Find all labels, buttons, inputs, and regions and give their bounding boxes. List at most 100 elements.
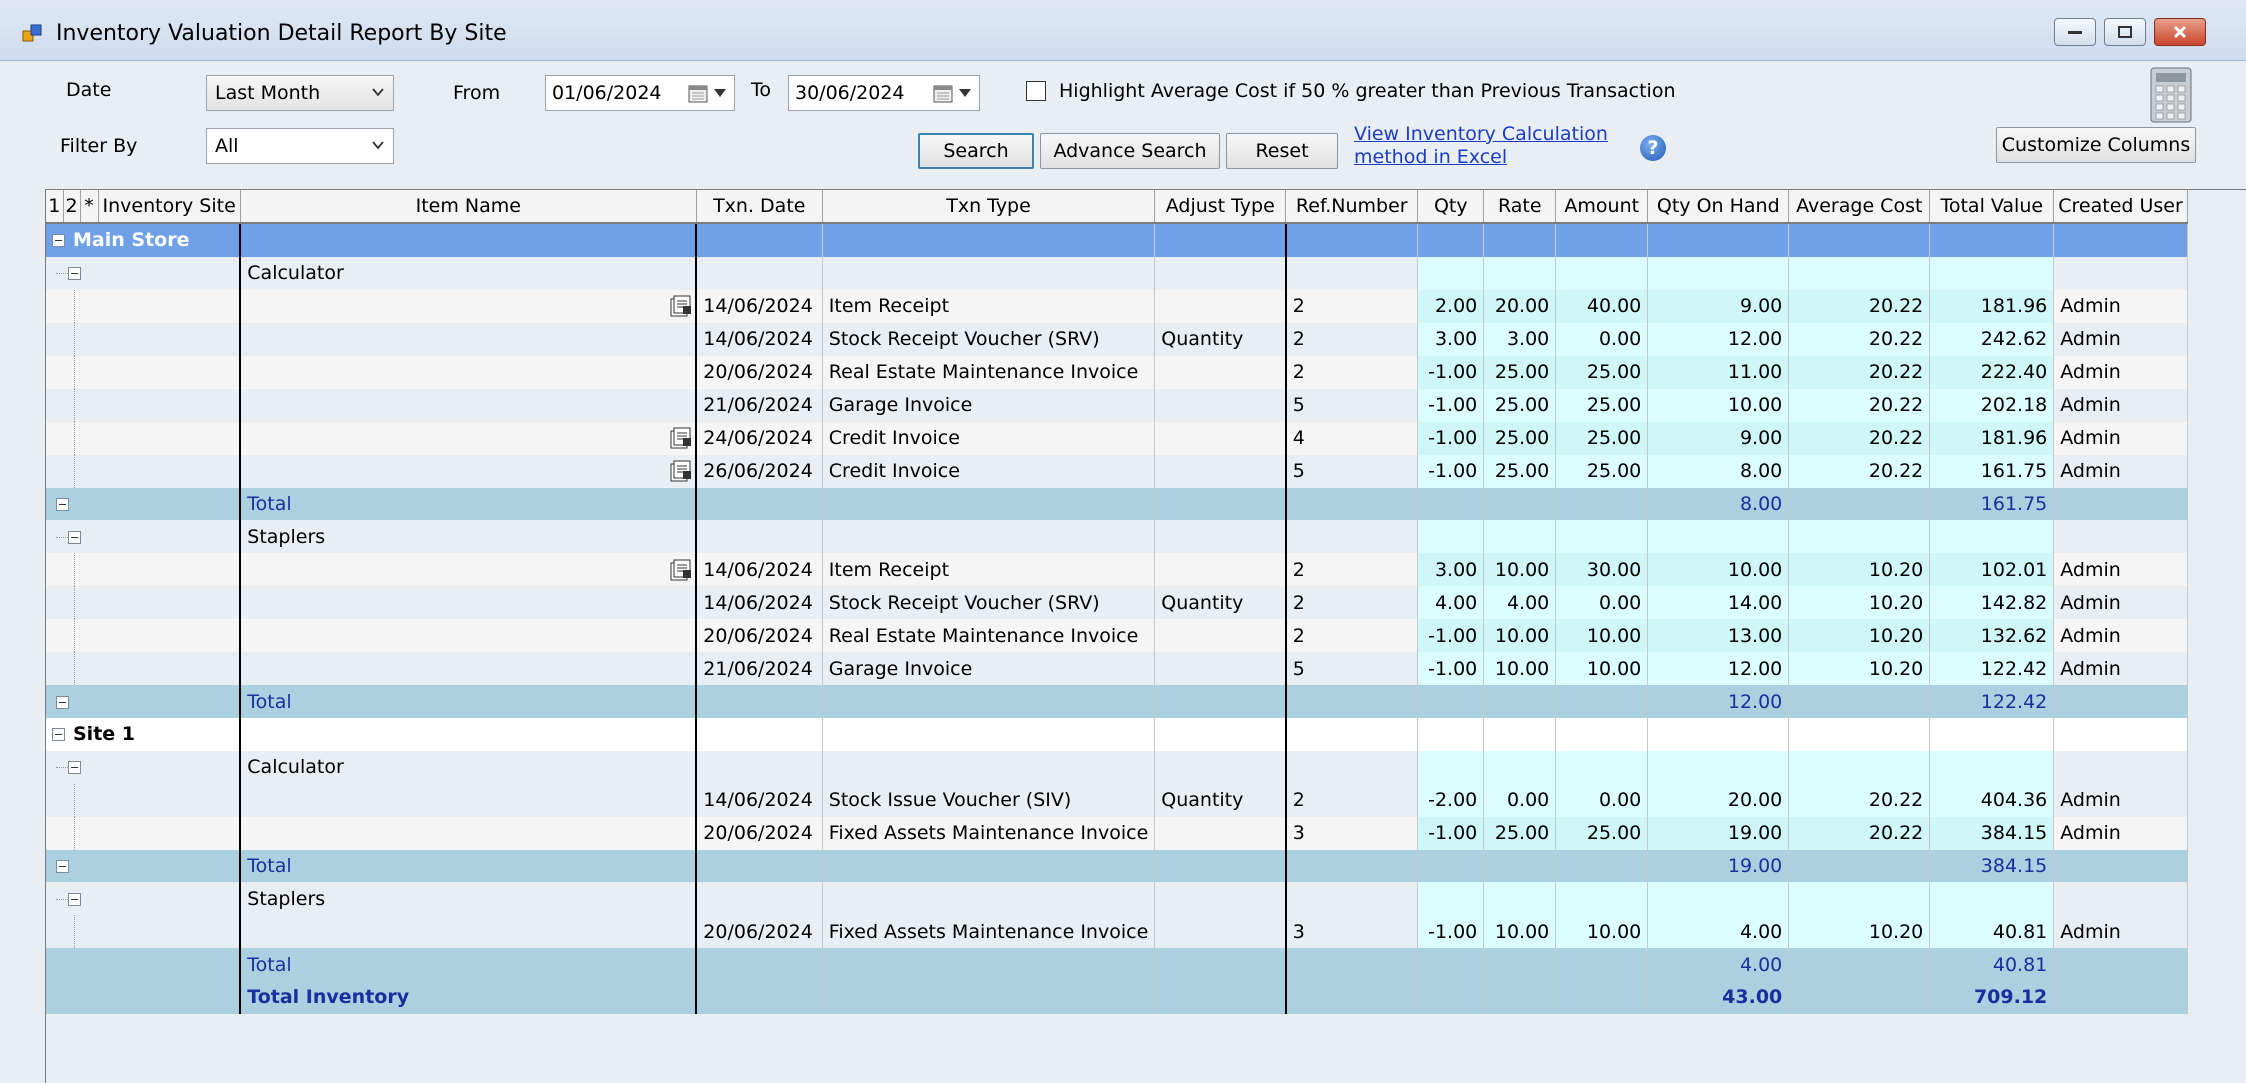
table-row[interactable]: Main Store bbox=[46, 223, 2188, 257]
column-header[interactable]: * bbox=[80, 190, 99, 224]
reset-button[interactable]: Reset bbox=[1226, 133, 1338, 169]
table-row[interactable]: 20/06/2024 Fixed Assets Maintenance Invoi… bbox=[46, 816, 2188, 850]
cell bbox=[822, 980, 1156, 1014]
cell: Admin bbox=[2053, 915, 2188, 949]
table-row[interactable]: 20/06/2024 Real Estate Maintenance Invoic… bbox=[46, 619, 2188, 653]
column-header[interactable]: Txn Type bbox=[822, 190, 1156, 224]
cell: 132.62 bbox=[1929, 619, 2055, 653]
transaction-document-icon[interactable] bbox=[669, 459, 693, 483]
column-header[interactable]: Txn. Date bbox=[696, 190, 823, 224]
table-row[interactable]: Site 1 bbox=[46, 717, 2188, 751]
column-header[interactable]: Item Name bbox=[240, 190, 697, 224]
help-icon[interactable]: ? bbox=[1640, 135, 1666, 161]
cell bbox=[1788, 948, 1931, 981]
minimize-button[interactable] bbox=[2054, 18, 2096, 46]
collapse-toggle-icon[interactable] bbox=[56, 695, 69, 709]
calendar-icon[interactable] bbox=[933, 83, 953, 103]
cell: Real Estate Maintenance Invoice bbox=[822, 355, 1156, 389]
collapse-toggle-icon[interactable] bbox=[68, 892, 81, 906]
advance-search-button[interactable]: Advance Search bbox=[1040, 133, 1220, 169]
column-header[interactable]: 2 bbox=[63, 190, 81, 224]
view-inventory-calculation-link[interactable]: View Inventory Calculation method in Exc… bbox=[1354, 123, 1608, 169]
to-date-picker[interactable]: 30/06/2024 bbox=[788, 75, 980, 111]
cell bbox=[822, 685, 1156, 718]
column-header[interactable]: Amount bbox=[1555, 190, 1649, 224]
column-header[interactable]: Average Cost bbox=[1788, 190, 1931, 224]
tree-cell bbox=[46, 783, 242, 817]
filter-by-select[interactable]: All bbox=[206, 128, 394, 164]
table-row[interactable]: 14/06/2024 Item Receipt 2 2.00 20.00 40.00 9.0… bbox=[46, 289, 2188, 323]
customize-columns-button[interactable]: Customize Columns bbox=[1996, 127, 2196, 163]
table-row[interactable]: 26/06/2024 Credit Invoice 5 -1.00 25.00 25.00… bbox=[46, 454, 2188, 488]
cell: Calculator bbox=[240, 256, 698, 290]
collapse-toggle-icon[interactable] bbox=[56, 497, 69, 511]
cell: 102.01 bbox=[1929, 553, 2055, 587]
collapse-toggle-icon[interactable] bbox=[52, 234, 65, 248]
table-row[interactable]: Staplers bbox=[46, 882, 2188, 916]
column-header[interactable]: Rate bbox=[1483, 190, 1557, 224]
transaction-document-icon[interactable] bbox=[669, 426, 693, 450]
cell bbox=[2053, 223, 2188, 257]
column-header[interactable]: Inventory Site bbox=[98, 190, 241, 224]
table-row[interactable]: Total 4.00 40.81 bbox=[46, 948, 2188, 981]
cell bbox=[696, 223, 823, 257]
table-row[interactable]: Staplers bbox=[46, 520, 2188, 554]
table-row[interactable]: 14/06/2024 Stock Receipt Voucher (SRV) Qua… bbox=[46, 322, 2188, 356]
table-row[interactable]: Total 19.00 384.15 bbox=[46, 849, 2188, 883]
cell bbox=[240, 322, 698, 356]
close-button[interactable] bbox=[2154, 18, 2206, 46]
column-header[interactable]: Total Value bbox=[1929, 190, 2055, 224]
cell: 0.00 bbox=[1555, 783, 1649, 817]
cell: 3.00 bbox=[1417, 322, 1485, 356]
calendar-icon[interactable] bbox=[688, 83, 708, 103]
calculator-icon[interactable] bbox=[2150, 67, 2192, 123]
table-row[interactable]: 21/06/2024 Garage Invoice 5 -1.00 10.00 10.00… bbox=[46, 652, 2188, 686]
column-header[interactable]: Created User bbox=[2053, 190, 2188, 224]
cell bbox=[1483, 487, 1557, 521]
table-row[interactable]: Total Inventory 43.00 709.12 bbox=[46, 980, 2188, 1014]
column-header[interactable]: Qty bbox=[1417, 190, 1485, 224]
collapse-toggle-icon[interactable] bbox=[52, 728, 65, 742]
column-header[interactable]: Ref.Number bbox=[1285, 190, 1419, 224]
highlight-average-cost-checkbox[interactable] bbox=[1026, 81, 1046, 101]
from-date-picker[interactable]: 01/06/2024 bbox=[545, 75, 735, 111]
report-grid[interactable]: 1 2 * Inventory Site Item Name Txn. Date Txn T… bbox=[45, 189, 2246, 1083]
collapse-toggle-icon[interactable] bbox=[68, 530, 81, 544]
cell: 3 bbox=[1285, 915, 1419, 949]
table-row[interactable]: 20/06/2024 Fixed Assets Maintenance Invoi… bbox=[46, 915, 2188, 949]
table-row[interactable]: Total 8.00 161.75 bbox=[46, 487, 2188, 521]
transaction-document-icon[interactable] bbox=[669, 558, 693, 582]
cell: Fixed Assets Maintenance Invoice bbox=[822, 915, 1156, 949]
table-row[interactable]: 24/06/2024 Credit Invoice 4 -1.00 25.00 25.00… bbox=[46, 421, 2188, 455]
table-row[interactable]: 14/06/2024 Stock Issue Voucher (SIV) Quant… bbox=[46, 783, 2188, 817]
table-row[interactable]: Total 12.00 122.42 bbox=[46, 685, 2188, 718]
date-range-select[interactable]: Last Month bbox=[206, 75, 394, 111]
column-header[interactable]: Adjust Type bbox=[1154, 190, 1287, 224]
table-row[interactable]: 14/06/2024 Item Receipt 2 3.00 10.00 30.00 10.… bbox=[46, 553, 2188, 587]
collapse-toggle-icon[interactable] bbox=[68, 761, 81, 775]
cell: Item Receipt bbox=[822, 289, 1156, 323]
table-row[interactable]: Calculator bbox=[46, 256, 2188, 290]
cell: Admin bbox=[2053, 586, 2188, 620]
table-row[interactable]: 20/06/2024 Real Estate Maintenance Invoic… bbox=[46, 355, 2188, 389]
collapse-toggle-icon[interactable] bbox=[56, 859, 69, 873]
highlight-average-cost-label[interactable]: Highlight Average Cost if 50 % greater t… bbox=[1059, 80, 1676, 102]
table-row[interactable]: Calculator bbox=[46, 750, 2188, 784]
cell: 202.18 bbox=[1929, 388, 2055, 422]
search-button[interactable]: Search bbox=[918, 133, 1034, 169]
cell: 25.00 bbox=[1555, 388, 1649, 422]
maximize-button[interactable] bbox=[2104, 18, 2146, 46]
dropdown-arrow-icon[interactable] bbox=[714, 89, 726, 97]
collapse-toggle-icon[interactable] bbox=[68, 267, 81, 281]
column-header[interactable]: 1 bbox=[46, 190, 64, 224]
transaction-document-icon[interactable] bbox=[669, 294, 693, 318]
cell: 21/06/2024 bbox=[696, 388, 823, 422]
dropdown-arrow-icon[interactable] bbox=[959, 89, 971, 97]
table-row[interactable]: 14/06/2024 Stock Receipt Voucher (SRV) Qua… bbox=[46, 586, 2188, 620]
column-header[interactable]: Qty On Hand bbox=[1647, 190, 1790, 224]
cell: 20.22 bbox=[1788, 388, 1931, 422]
cell bbox=[1555, 948, 1649, 981]
cell bbox=[1788, 685, 1931, 718]
cell bbox=[1154, 685, 1287, 718]
table-row[interactable]: 21/06/2024 Garage Invoice 5 -1.00 25.00 25.00… bbox=[46, 388, 2188, 422]
